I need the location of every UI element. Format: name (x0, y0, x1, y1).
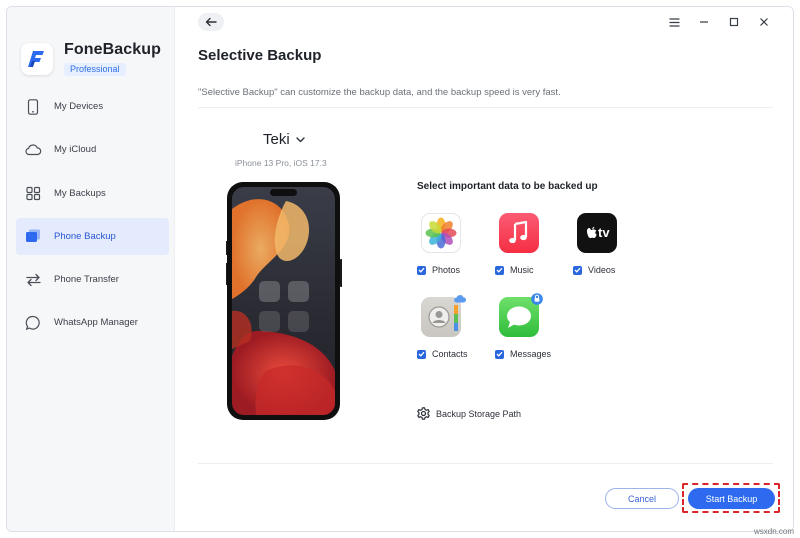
messages-label: Messages (510, 349, 552, 359)
app-root: FoneBackup Professional My Devices My iC… (0, 0, 800, 538)
data-type-videos: tv Videos (573, 213, 643, 275)
sidebar-item-phone-transfer[interactable]: Phone Transfer (16, 261, 169, 298)
sidebar-item-phone-backup[interactable]: Phone Backup (16, 217, 169, 255)
chat-bubble-icon (24, 314, 42, 332)
footer-divider (198, 463, 773, 464)
checkbox-checked-icon (417, 349, 426, 359)
data-type-music: Music (495, 213, 565, 275)
sidebar: FoneBackup Professional My Devices My iC… (7, 7, 175, 531)
transfer-arrows-icon (24, 271, 42, 289)
photos-app-icon (421, 213, 461, 253)
arrow-left-icon (205, 17, 217, 27)
photos-label: Photos (432, 265, 461, 275)
sidebar-item-label: Phone Backup (54, 230, 116, 242)
data-type-photos: Photos (417, 213, 487, 275)
data-type-contacts: Contacts (417, 295, 487, 359)
sidebar-item-label: My iCloud (54, 144, 97, 156)
app-window: FoneBackup Professional My Devices My iC… (6, 6, 794, 532)
device-name: Teki (263, 131, 290, 148)
storage-path-label: Backup Storage Path (436, 408, 522, 419)
sidebar-nav: My Devices My iCloud My Backups Phone Ba… (16, 88, 169, 348)
header-divider (198, 107, 773, 108)
page-title: Selective Backup (198, 47, 322, 64)
maximize-button[interactable] (719, 14, 749, 30)
lock-badge-icon (531, 293, 543, 305)
back-button[interactable] (198, 13, 224, 31)
page-description: "Selective Backup" can customize the bac… (198, 87, 561, 98)
close-icon (760, 18, 768, 26)
window-controls (659, 14, 779, 30)
phone-backup-icon (24, 227, 42, 245)
messages-app-icon (499, 293, 543, 337)
cancel-button[interactable]: Cancel (605, 488, 679, 509)
minimize-button[interactable] (689, 14, 719, 30)
sidebar-item-my-icloud[interactable]: My iCloud (16, 131, 169, 168)
brand: FoneBackup Professional (21, 41, 161, 77)
sidebar-item-label: My Backups (54, 187, 106, 199)
watermark: wsxdn.com (753, 527, 794, 536)
gear-icon (417, 407, 430, 420)
messages-checkbox[interactable]: Messages (495, 349, 565, 359)
maximize-icon (729, 17, 739, 27)
checkbox-checked-icon (573, 265, 582, 275)
device-model: iPhone 13 Pro, iOS 17.3 (235, 158, 327, 168)
sidebar-item-my-devices[interactable]: My Devices (16, 88, 169, 125)
app-name: FoneBackup (64, 41, 162, 58)
music-label: Music (510, 265, 534, 275)
apple-tv-app-icon: tv (577, 213, 617, 253)
device-selector[interactable]: Teki (263, 131, 305, 148)
data-type-messages: Messages (495, 293, 565, 359)
main-panel: Selective Backup "Selective Backup" can … (175, 7, 793, 531)
photos-checkbox[interactable]: Photos (417, 265, 487, 275)
iphone-illustration (225, 181, 343, 421)
music-checkbox[interactable]: Music (495, 265, 565, 275)
start-backup-button[interactable]: Start Backup (688, 488, 775, 509)
videos-label: Videos (588, 265, 616, 275)
checkbox-checked-icon (495, 265, 504, 275)
minimize-icon (700, 21, 708, 23)
checkbox-checked-icon (495, 349, 504, 359)
close-button[interactable] (749, 14, 779, 30)
cloud-badge-icon (454, 295, 467, 303)
sidebar-item-label: WhatsApp Manager (54, 317, 138, 329)
chevron-down-icon (295, 136, 305, 142)
backups-icon (24, 184, 42, 202)
checkbox-checked-icon (417, 265, 426, 275)
section-title: Select important data to be backed up (417, 181, 598, 192)
contacts-checkbox[interactable]: Contacts (417, 349, 487, 359)
contacts-label: Contacts (432, 349, 468, 359)
hamburger-menu-icon (669, 17, 679, 27)
edition-badge: Professional (64, 63, 126, 76)
videos-checkbox[interactable]: Videos (573, 265, 643, 275)
sidebar-item-whatsapp-manager[interactable]: WhatsApp Manager (16, 304, 169, 341)
phone-outline-icon (24, 98, 42, 116)
appletv-text: tv (598, 225, 610, 240)
sidebar-item-my-backups[interactable]: My Backups (16, 175, 169, 212)
backup-storage-path-link[interactable]: Backup Storage Path (417, 407, 521, 420)
cloud-icon (24, 141, 42, 159)
fonebackup-logo-icon (21, 43, 53, 75)
sidebar-item-label: Phone Transfer (54, 274, 119, 286)
contacts-app-icon (421, 295, 467, 337)
music-app-icon (499, 213, 539, 253)
menu-button[interactable] (659, 14, 689, 30)
sidebar-item-label: My Devices (54, 101, 104, 112)
